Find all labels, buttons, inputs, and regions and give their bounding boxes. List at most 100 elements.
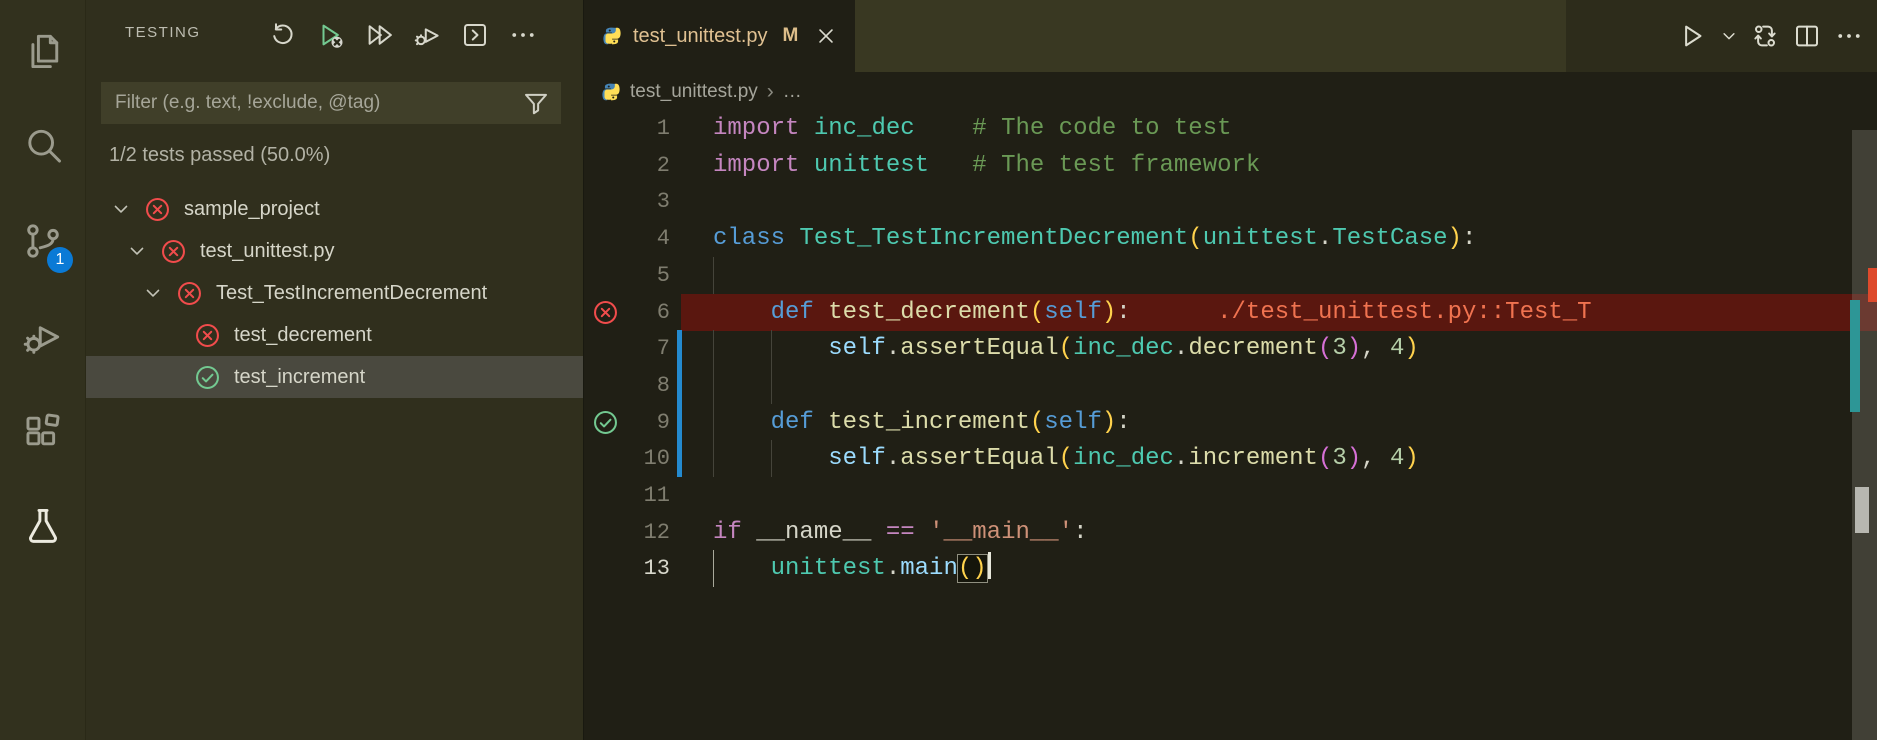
chevron-down-icon[interactable]	[126, 240, 148, 262]
code-token: (	[1030, 409, 1044, 436]
code-token	[742, 519, 756, 546]
code-token: unittest	[771, 555, 886, 582]
code-token: 3	[1332, 445, 1346, 472]
overview-ruler-cursor-marker	[1855, 487, 1869, 533]
more-actions-button[interactable]	[506, 15, 540, 55]
code-token	[713, 299, 771, 326]
code-token: (	[1059, 445, 1073, 472]
line-number: 8	[614, 367, 670, 404]
code-token: (	[1059, 335, 1073, 362]
editor-more-actions-button[interactable]	[1834, 21, 1864, 51]
code-token: test_decrement	[828, 299, 1030, 326]
split-icon	[1792, 21, 1822, 51]
code-token: import	[713, 152, 799, 179]
activity-item-explorer[interactable]	[0, 8, 85, 93]
code-token	[871, 519, 885, 546]
chevron-down-icon[interactable]	[110, 198, 132, 220]
run-dropdown-button[interactable]	[1720, 27, 1738, 45]
code-token: :	[1073, 519, 1087, 546]
code-token: inc_dec	[1073, 335, 1174, 362]
code-token: )	[1102, 409, 1116, 436]
activity-item-source-control[interactable]: 1	[0, 198, 85, 283]
code-token: inc_dec	[814, 115, 915, 142]
tab-test-unittest[interactable]: test_unittest.py M	[584, 0, 855, 72]
code-token: def	[771, 409, 814, 436]
code-token: :	[1116, 409, 1130, 436]
code-token: .	[1174, 335, 1188, 362]
breadcrumb-file[interactable]: test_unittest.py	[630, 81, 758, 103]
refresh-tests-button[interactable]	[266, 15, 300, 55]
code-token: self	[1044, 299, 1102, 326]
code-token: :	[1462, 225, 1476, 252]
code-line-10: 10 self.assertEqual(inc_dec.increment(3)…	[584, 440, 1877, 477]
code-token: assertEqual	[900, 335, 1058, 362]
text-cursor	[988, 552, 991, 579]
code-token: # The test framework	[972, 152, 1260, 179]
indent-guide	[771, 367, 772, 404]
editor-actions	[1678, 16, 1864, 56]
test-tree-item-sample_project[interactable]: sample_project	[86, 188, 607, 230]
code-token	[713, 555, 771, 582]
code-token	[1376, 445, 1390, 472]
inline-test-error-message: ./test_unittest.py::Test_T	[1217, 299, 1591, 326]
test-filter-input[interactable]	[101, 92, 521, 114]
code-token: self	[1044, 409, 1102, 436]
refresh-icon	[268, 20, 298, 50]
code-token: )	[1102, 299, 1116, 326]
run-icon	[1678, 21, 1708, 51]
code-token: # The code to test	[972, 115, 1231, 142]
overview-ruler-modified-marker	[1850, 300, 1860, 412]
activity-item-testing[interactable]	[0, 483, 85, 568]
code-token: increment	[1188, 445, 1318, 472]
code-token	[799, 152, 813, 179]
breadcrumb-symbol[interactable]: …	[783, 81, 802, 103]
testing-toolbar	[266, 15, 540, 55]
code-token: '__main__'	[929, 519, 1073, 546]
tab-label: test_unittest.py	[633, 25, 768, 48]
split-editor-button[interactable]	[1792, 21, 1822, 51]
activity-item-run-and-debug[interactable]	[0, 293, 85, 378]
show-test-output-button[interactable]	[458, 15, 492, 55]
code-token: assertEqual	[900, 445, 1058, 472]
debug-tests-button[interactable]	[410, 15, 444, 55]
open-panel-icon	[460, 20, 490, 50]
line-number: 4	[614, 220, 670, 257]
test-filter-box	[101, 82, 561, 124]
line-number: 7	[614, 330, 670, 367]
code-token: 4	[1390, 335, 1404, 362]
testing-sidebar: TESTING 1/2 tests passed (50.0%) sample_…	[86, 0, 583, 740]
code-token: class	[713, 225, 785, 252]
code-token	[814, 409, 828, 436]
open-changes-button[interactable]	[1750, 21, 1780, 51]
chevron-down-icon[interactable]	[142, 282, 164, 304]
code-token	[785, 225, 799, 252]
run-all-icon	[364, 20, 394, 50]
code-line-5: 5	[584, 257, 1877, 294]
run-or-debug-button[interactable]	[1678, 21, 1708, 51]
code-token: test_increment	[828, 409, 1030, 436]
test-tree-item-test_unittest.py[interactable]: test_unittest.py	[86, 230, 623, 272]
test-failed-icon	[160, 238, 187, 265]
line-number: 3	[614, 183, 670, 220]
code-text: if __name__ == '__main__':	[713, 514, 1088, 551]
git-modified-badge: M	[783, 25, 799, 47]
rerun-failed-tests-button[interactable]	[314, 15, 348, 55]
code-token: .	[886, 555, 900, 582]
test-tree-item-Test_TestIncrementDecrement[interactable]: Test_TestIncrementDecrement	[86, 272, 639, 314]
code-token	[929, 152, 972, 179]
code-text: import unittest # The test framework	[713, 147, 1260, 184]
filter-icon[interactable]	[521, 88, 551, 118]
code-token: main	[900, 555, 958, 582]
pending-changes-badge: 1	[47, 247, 73, 273]
overview-ruler-error-marker	[1868, 268, 1877, 302]
test-failed-icon	[144, 196, 171, 223]
code-text: unittest.main()	[713, 550, 991, 587]
code-line-4: 4class Test_TestIncrementDecrement(unitt…	[584, 220, 1877, 257]
activity-item-extensions[interactable]	[0, 388, 85, 473]
vertical-scrollbar[interactable]	[1852, 130, 1877, 740]
python-file-icon	[602, 26, 622, 46]
close-icon[interactable]	[815, 25, 837, 47]
run-all-tests-button[interactable]	[362, 15, 396, 55]
activity-item-search[interactable]	[0, 103, 85, 188]
open-changes-icon	[1750, 21, 1780, 51]
